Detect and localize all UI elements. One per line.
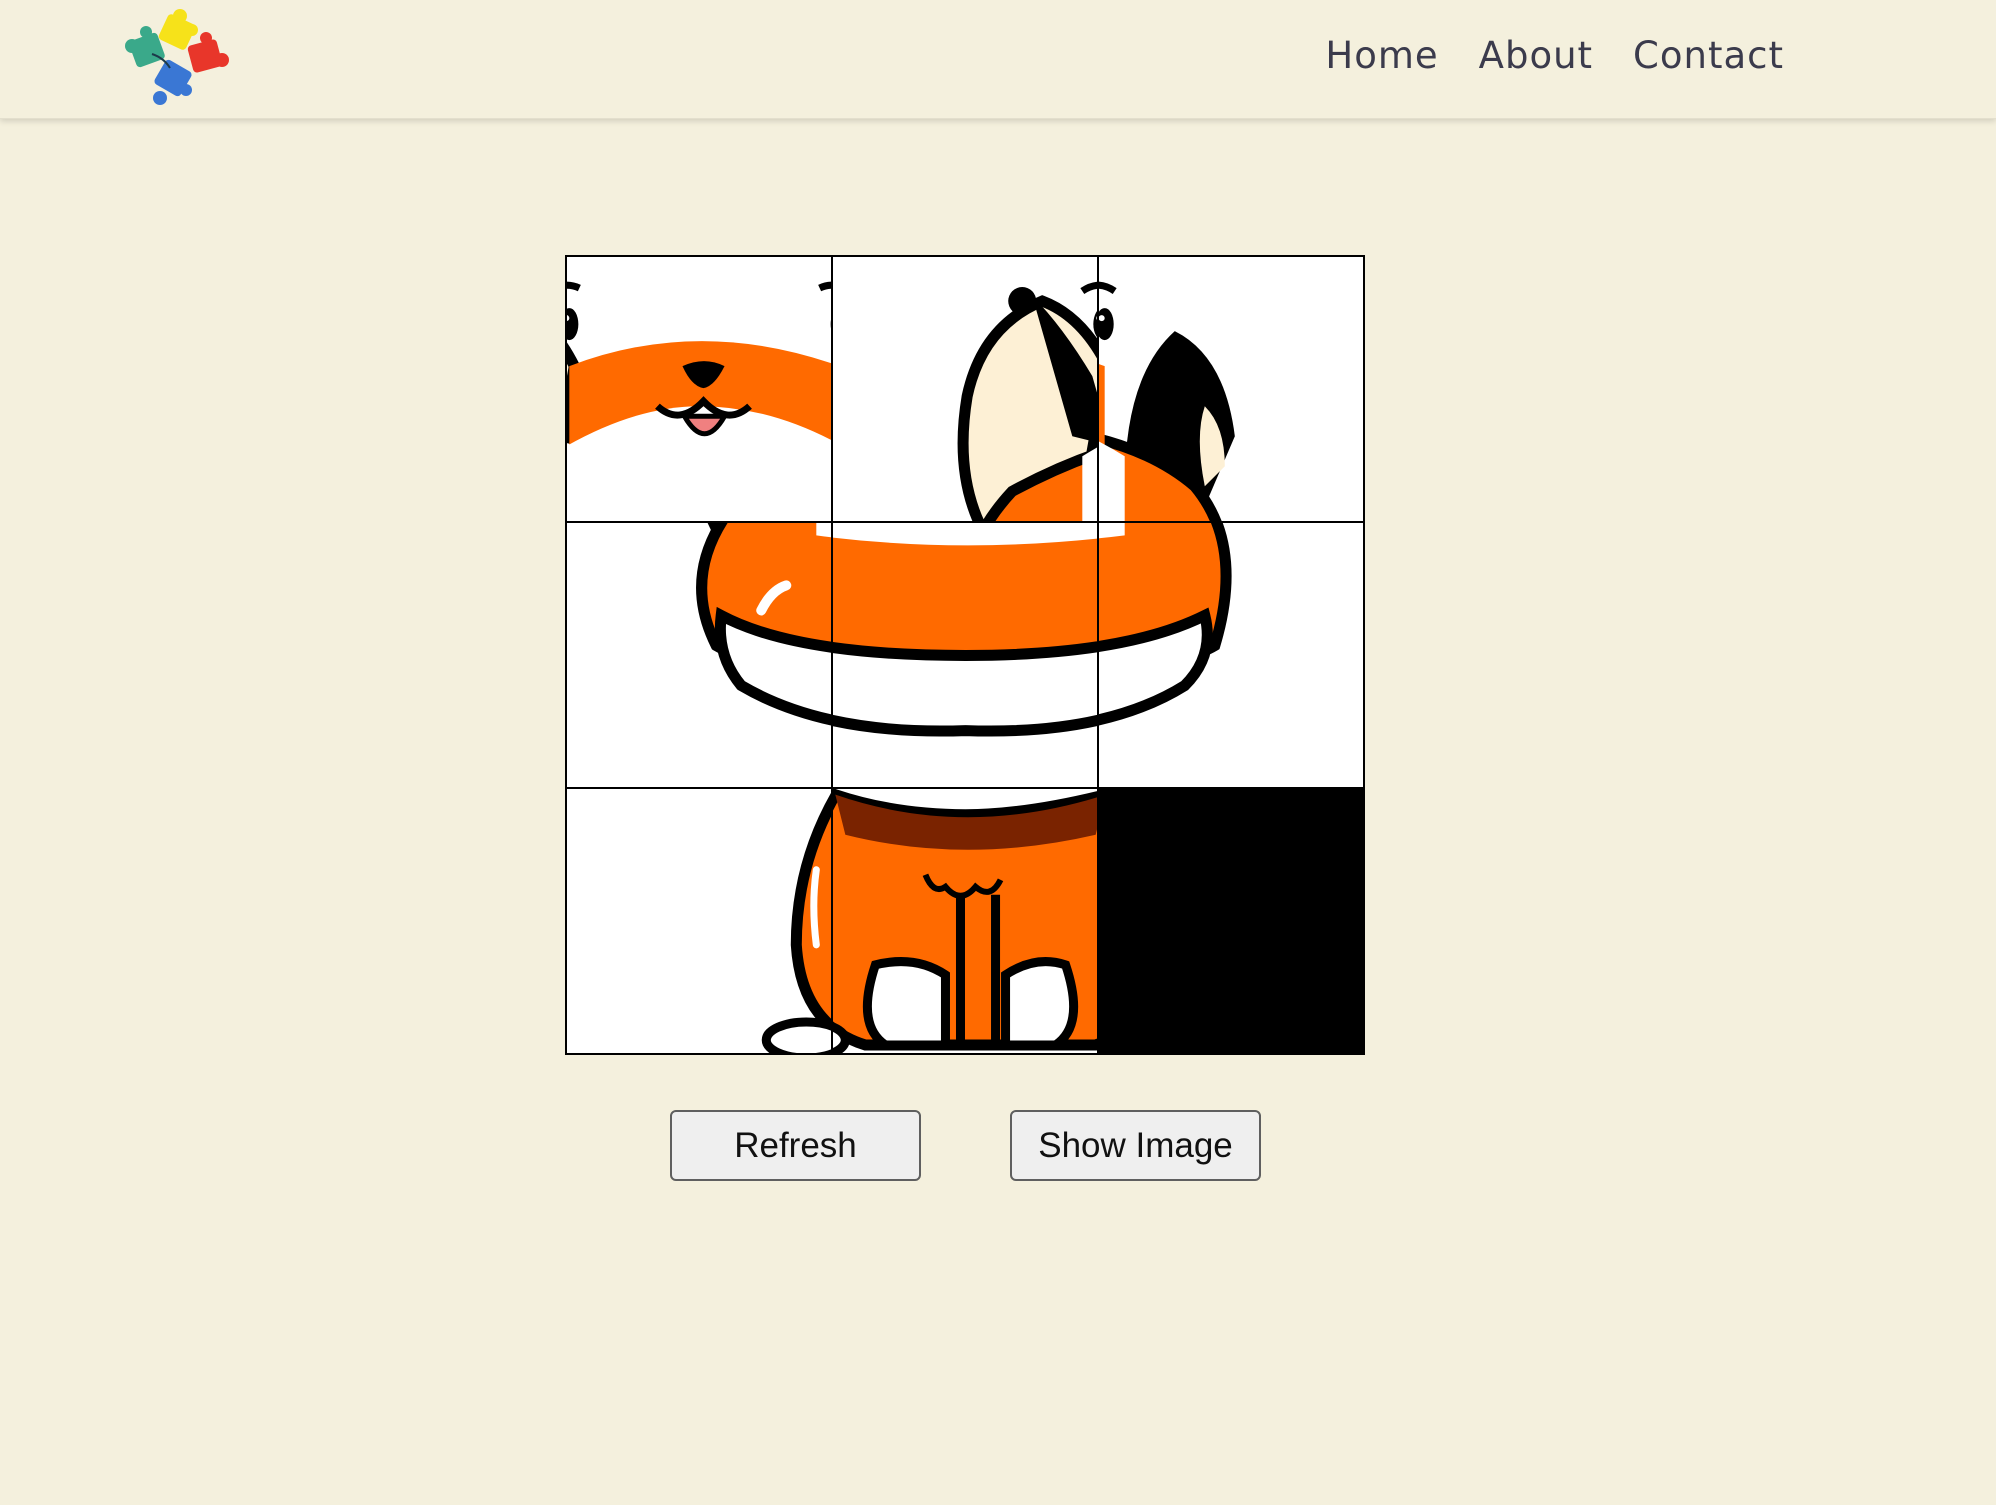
puzzle-piece-yellow bbox=[158, 9, 198, 50]
nav-home-link[interactable]: Home bbox=[1325, 34, 1438, 77]
puzzle-tile-4[interactable] bbox=[566, 522, 832, 788]
puzzle-tile-7[interactable] bbox=[566, 788, 832, 1054]
refresh-button[interactable]: Refresh bbox=[670, 1110, 921, 1181]
puzzle-piece-red bbox=[187, 32, 229, 73]
puzzle-tile-image bbox=[566, 522, 832, 788]
puzzle-tile-image bbox=[566, 256, 832, 522]
puzzle-tile-image bbox=[832, 522, 1098, 788]
puzzle-tile-image bbox=[832, 256, 1098, 522]
top-navbar: Home About Contact bbox=[0, 0, 1996, 119]
nav-about-link[interactable]: About bbox=[1479, 34, 1593, 77]
puzzle-tile-8[interactable] bbox=[832, 788, 1098, 1054]
puzzle-piece-blue bbox=[153, 59, 192, 105]
show-image-button[interactable]: Show Image bbox=[1010, 1110, 1261, 1181]
puzzle-tile-5[interactable] bbox=[832, 522, 1098, 788]
puzzle-tile-2[interactable] bbox=[566, 256, 832, 522]
puzzle-tile-6[interactable] bbox=[1098, 522, 1364, 788]
puzzle-board bbox=[565, 255, 1365, 1055]
puzzle-empty-slot[interactable] bbox=[1098, 788, 1364, 1054]
nav-links: Home About Contact bbox=[1325, 0, 1784, 110]
nav-contact-link[interactable]: Contact bbox=[1633, 34, 1784, 77]
puzzle-tile-1[interactable] bbox=[832, 256, 1098, 522]
puzzle-tile-image bbox=[566, 788, 832, 1054]
puzzle-tile-image bbox=[1098, 522, 1364, 788]
puzzle-tile-image bbox=[1098, 256, 1364, 522]
puzzle-tile-image bbox=[832, 788, 1098, 1054]
puzzle-tile-3[interactable] bbox=[1098, 256, 1364, 522]
puzzle-piece-green bbox=[125, 26, 165, 68]
puzzle-logo-icon[interactable] bbox=[122, 6, 242, 110]
